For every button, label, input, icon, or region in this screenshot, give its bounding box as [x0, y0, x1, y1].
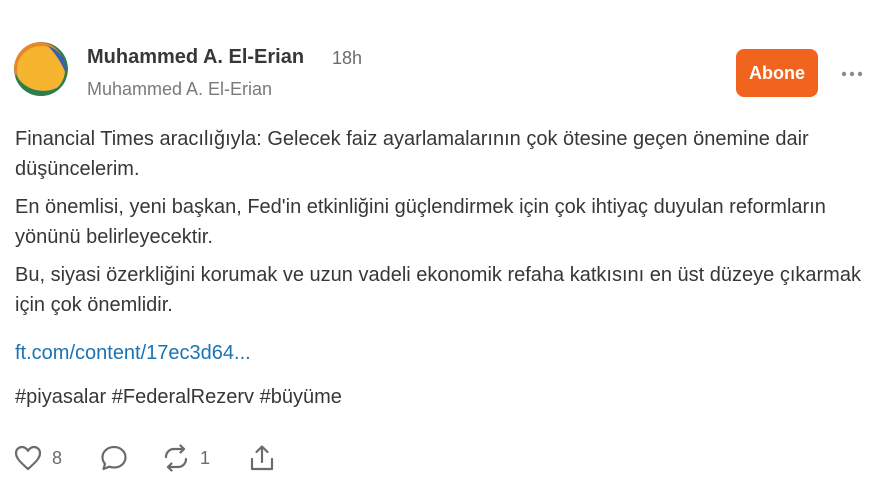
restack-count: 1 — [200, 447, 211, 468]
hashtag-link[interactable]: #FederalRezerv — [112, 386, 254, 408]
more-options-button[interactable] — [838, 64, 866, 84]
heart-icon — [14, 445, 42, 471]
comment-icon — [101, 445, 127, 471]
like-count: 8 — [52, 447, 63, 468]
post-body: Financial Times aracılığıyla: Gelecek fa… — [15, 124, 865, 328]
hashtag-link[interactable]: #büyüme — [260, 386, 342, 408]
restack-button[interactable]: 1 — [162, 441, 210, 475]
restack-icon — [164, 444, 188, 472]
author-avatar[interactable] — [14, 42, 68, 96]
hashtag-link[interactable]: #piyasalar — [15, 386, 106, 408]
article-link[interactable]: ft.com/content/17ec3d64... — [15, 342, 251, 365]
comment-button[interactable] — [100, 441, 128, 475]
avatar-image — [14, 42, 68, 96]
post-paragraph: Financial Times aracılığıyla: Gelecek fa… — [15, 128, 809, 180]
share-icon — [250, 445, 274, 471]
like-button[interactable]: 8 — [14, 441, 62, 475]
share-button[interactable] — [248, 441, 276, 475]
post-card: Muhammed A. El-Erian 18h Muhammed A. El-… — [0, 0, 891, 481]
post-paragraph: En önemlisi, yeni başkan, Fed'in etkinli… — [15, 196, 826, 248]
author-name[interactable]: Muhammed A. El-Erian — [87, 46, 304, 69]
hashtag-list: #piyasalar #FederalRezerv #büyüme — [15, 386, 342, 409]
author-handle[interactable]: Muhammed A. El-Erian — [87, 79, 272, 100]
more-dots-icon — [841, 71, 863, 77]
post-timestamp: 18h — [332, 48, 363, 68]
post-paragraph: Bu, siyasi özerkliğini korumak ve uzun v… — [15, 264, 861, 316]
subscribe-button[interactable]: Abone — [736, 49, 818, 97]
